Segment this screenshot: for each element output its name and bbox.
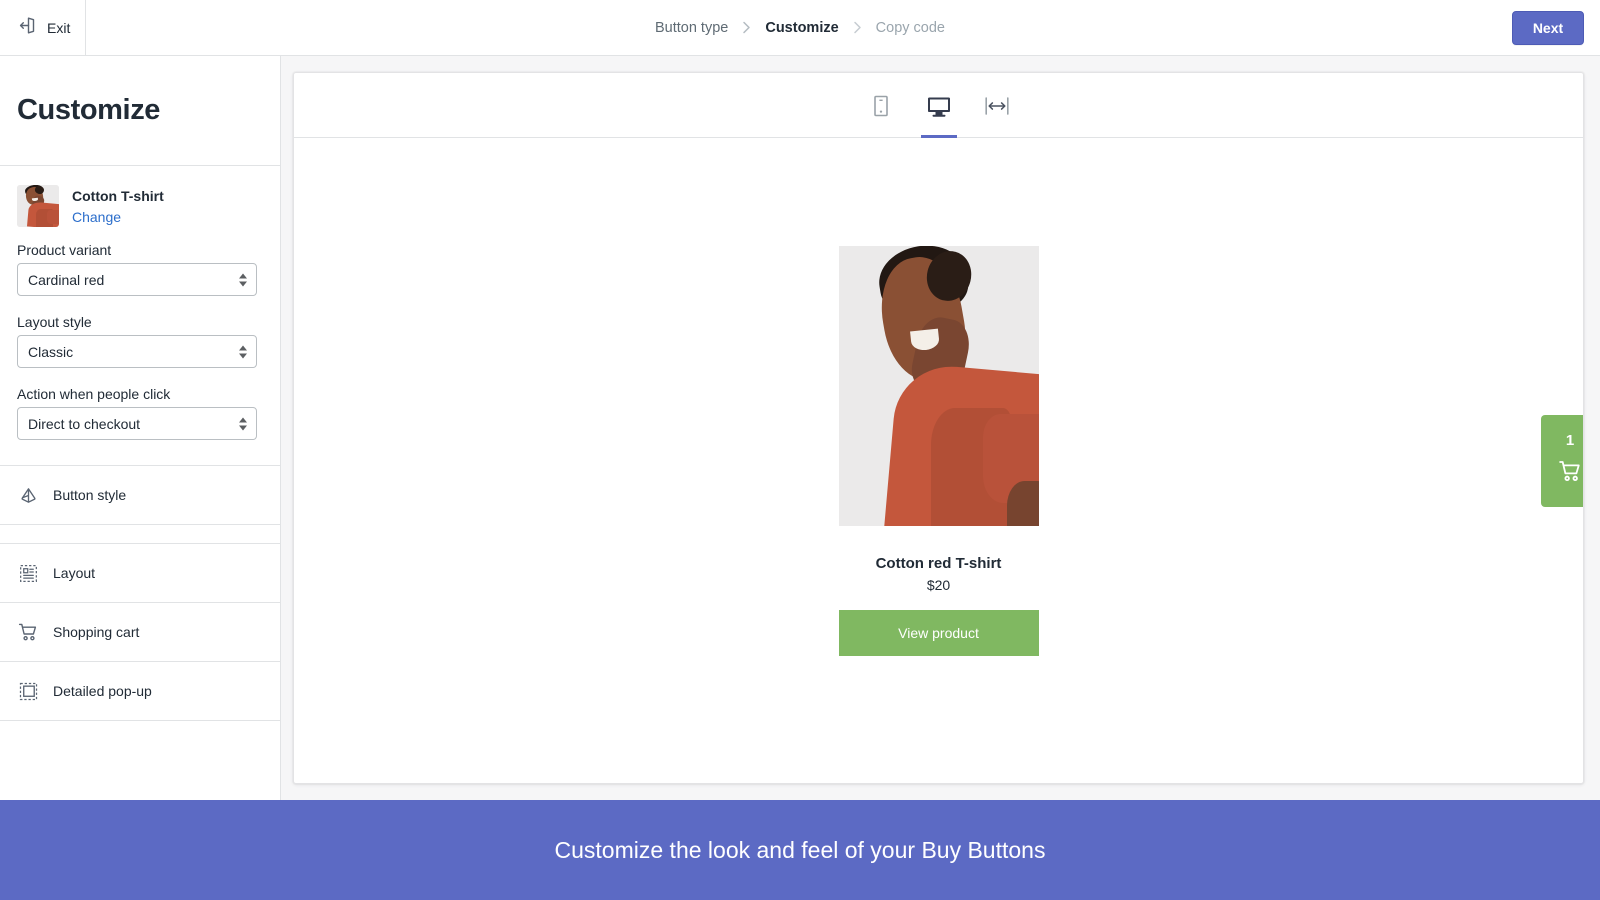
next-button[interactable]: Next xyxy=(1512,11,1584,45)
field-product-variant: Product variant Cardinal red xyxy=(0,242,280,296)
sidebar-item-button-style[interactable]: Button style xyxy=(0,466,280,525)
mobile-device-icon xyxy=(870,94,892,125)
product-card-price: $20 xyxy=(926,576,951,593)
preview-card: Cotton red T-shirt $20 View product 1 xyxy=(293,72,1584,784)
click-action-select[interactable]: Direct to checkout xyxy=(17,407,257,440)
shopping-cart-icon xyxy=(17,621,39,643)
device-button-mobile[interactable] xyxy=(861,90,901,138)
buy-button-product-card: Cotton red T-shirt $20 View product xyxy=(838,245,1039,656)
sidebar-item-label: Button style xyxy=(53,487,127,503)
preview-pane: Cotton red T-shirt $20 View product 1 xyxy=(281,56,1600,800)
button-style-icon xyxy=(17,484,39,506)
chevron-updown-icon xyxy=(239,273,247,286)
banner-text: Customize the look and feel of your Buy … xyxy=(554,836,1046,863)
chevron-updown-icon xyxy=(239,345,247,358)
product-photo xyxy=(838,245,1039,526)
preview-body: Cotton red T-shirt $20 View product 1 xyxy=(294,138,1583,783)
change-product-link[interactable]: Change xyxy=(72,206,164,228)
device-toggle-bar xyxy=(294,73,1583,138)
full-width-icon xyxy=(984,94,1010,123)
sidebar-item-layout[interactable]: Layout xyxy=(0,544,280,603)
device-button-desktop[interactable] xyxy=(919,90,959,138)
product-card-title: Cotton red T-shirt xyxy=(875,554,1002,572)
page-title-wrap: Customize xyxy=(0,56,280,165)
sidebar-item-label: Layout xyxy=(53,565,96,581)
top-bar: Exit Button type Customize Copy code Nex… xyxy=(0,0,1600,56)
sidebar-item-detailed-popup[interactable]: Detailed pop-up xyxy=(0,662,280,721)
breadcrumb-item-button-type[interactable]: Button type xyxy=(645,20,738,36)
product-thumbnail-photo xyxy=(17,185,59,227)
view-product-button[interactable]: View product xyxy=(838,609,1039,656)
bottom-banner: Customize the look and feel of your Buy … xyxy=(0,800,1600,900)
field-label-click-action: Action when people click xyxy=(17,386,171,402)
shopping-cart-icon xyxy=(1557,458,1583,489)
product-meta: Cotton T-shirt Change xyxy=(72,185,164,228)
breadcrumb-item-customize[interactable]: Customize xyxy=(755,20,848,36)
layout-icon xyxy=(17,562,39,584)
field-click-action: Action when people click Direct to check… xyxy=(0,386,280,440)
breadcrumb-separator-1 xyxy=(738,21,755,34)
sidebar-item-label: Shopping cart xyxy=(53,624,140,640)
product-thumbnail xyxy=(17,185,59,227)
customize-sidebar: Customize Cotton T-shirt Change Product … xyxy=(0,56,281,800)
sidebar-item-shopping-cart[interactable]: Shopping cart xyxy=(0,603,280,662)
sidebar-item-label: Detailed pop-up xyxy=(53,683,152,699)
product-variant-select[interactable]: Cardinal red xyxy=(17,263,257,296)
desktop-device-icon xyxy=(926,94,952,125)
click-action-value: Direct to checkout xyxy=(28,415,141,432)
field-label-layout-style: Layout style xyxy=(17,314,92,330)
exit-label: Exit xyxy=(47,19,71,36)
product-name: Cotton T-shirt xyxy=(72,188,164,204)
breadcrumb-separator-2 xyxy=(849,21,866,34)
selected-product-row: Cotton T-shirt Change xyxy=(0,166,280,228)
product-variant-value: Cardinal red xyxy=(28,271,105,288)
breadcrumb-item-copy-code[interactable]: Copy code xyxy=(866,20,955,36)
exit-door-icon xyxy=(17,15,38,41)
popup-icon xyxy=(17,680,39,702)
field-layout-style: Layout style Classic xyxy=(0,314,280,368)
page-title: Customize xyxy=(17,94,161,126)
device-button-full-width[interactable] xyxy=(977,90,1017,138)
layout-style-select[interactable]: Classic xyxy=(17,335,257,368)
cart-widget[interactable]: 1 xyxy=(1541,414,1583,507)
layout-style-value: Classic xyxy=(28,343,74,360)
chevron-updown-icon xyxy=(239,417,247,430)
exit-button[interactable]: Exit xyxy=(0,0,86,56)
field-label-product-variant: Product variant xyxy=(17,242,112,258)
buy-button-customizer: Exit Button type Customize Copy code Nex… xyxy=(0,0,1600,900)
product-image xyxy=(838,245,1039,526)
cart-count: 1 xyxy=(1565,432,1575,449)
breadcrumb: Button type Customize Copy code xyxy=(0,20,1600,36)
